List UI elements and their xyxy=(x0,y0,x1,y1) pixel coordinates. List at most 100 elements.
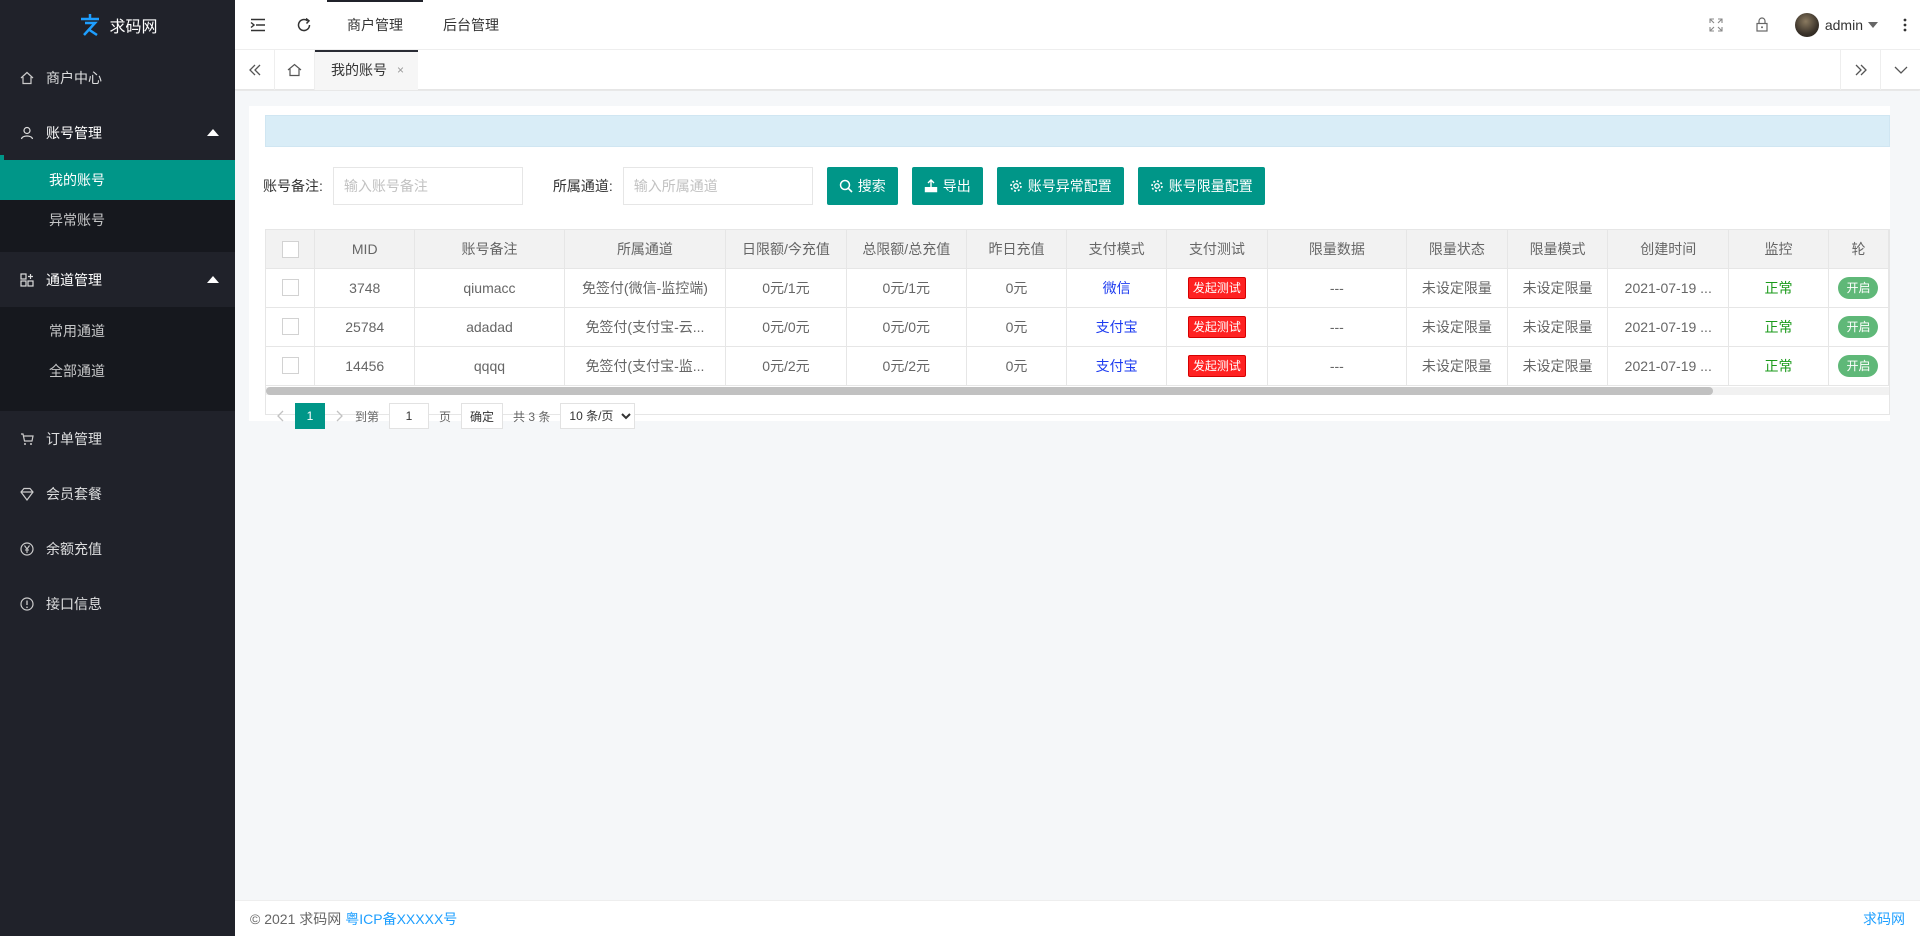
col-limit-data[interactable]: 限量数据 xyxy=(1267,230,1407,269)
start-test-button[interactable]: 发起测试 xyxy=(1187,276,1246,299)
cell-limit-mode: 未设定限量 xyxy=(1507,346,1609,386)
sidebar-item-my-accounts[interactable]: 我的账号 xyxy=(0,160,235,200)
select-all-checkbox[interactable] xyxy=(281,240,299,258)
rotate-toggle[interactable]: 开启 xyxy=(1838,276,1879,299)
row-checkbox[interactable] xyxy=(281,279,299,297)
col-limit-status[interactable]: 限量状态 xyxy=(1406,230,1508,269)
col-mid[interactable]: MID xyxy=(314,230,416,269)
chevron-up-icon xyxy=(207,128,219,136)
cell-yesterday: 0元 xyxy=(966,307,1068,347)
icp-link[interactable]: 粤ICP备XXXXX号 xyxy=(345,909,457,929)
col-pay-test[interactable]: 支付测试 xyxy=(1166,230,1268,269)
row-select-cell xyxy=(266,307,316,347)
header-right: admin xyxy=(1693,0,1920,50)
col-total[interactable]: 总限额/总充值 xyxy=(846,230,967,269)
logo-icon xyxy=(81,14,100,37)
goto-confirm-button[interactable]: 确定 xyxy=(461,403,504,429)
cell-monitor: 正常 xyxy=(1728,268,1829,308)
cell-rotate: 开启 xyxy=(1828,268,1889,308)
close-icon[interactable]: × xyxy=(397,63,404,77)
col-channel[interactable]: 所属通道 xyxy=(564,230,727,269)
search-button-label: 搜索 xyxy=(857,178,886,194)
prev-page-icon[interactable] xyxy=(265,403,295,429)
cell-created: 2021-07-19 ... xyxy=(1607,307,1730,347)
sidebar-item-account-management[interactable]: 账号管理 xyxy=(0,105,235,160)
tab-merchant-management[interactable]: 商户管理 xyxy=(327,0,423,50)
col-daily[interactable]: 日限额/今充值 xyxy=(725,230,847,269)
channel-input[interactable] xyxy=(622,167,813,205)
col-limit-mode[interactable]: 限量模式 xyxy=(1507,230,1609,269)
horizontal-scrollbar[interactable] xyxy=(266,387,1713,395)
remark-input[interactable] xyxy=(332,167,523,205)
filter-bar: 账号备注: 所属通道: 搜索 导出 账号异常配置 账号限量配置 xyxy=(263,166,1279,206)
row-checkbox[interactable] xyxy=(281,318,299,336)
row-select-cell xyxy=(266,346,316,386)
yen-icon xyxy=(20,541,34,556)
page-tab-strip: 我的账号 × xyxy=(235,49,1920,90)
info-icon xyxy=(20,596,34,611)
search-button[interactable]: 搜索 xyxy=(826,167,898,205)
col-remark[interactable]: 账号备注 xyxy=(414,230,565,269)
user-menu[interactable]: admin xyxy=(1785,0,1890,50)
export-icon xyxy=(924,179,938,193)
apps-icon xyxy=(20,272,34,287)
submenu-account: 我的账号 异常账号 xyxy=(0,160,235,252)
cell-limit-data: --- xyxy=(1267,268,1407,308)
sidebar-item-api-info[interactable]: 接口信息 xyxy=(0,576,235,631)
sidebar-item-channel-management[interactable]: 通道管理 xyxy=(0,252,235,307)
start-test-button[interactable]: 发起测试 xyxy=(1187,315,1246,338)
cell-yesterday: 0元 xyxy=(966,268,1068,308)
col-pay-mode[interactable]: 支付模式 xyxy=(1066,230,1168,269)
col-yesterday[interactable]: 昨日充值 xyxy=(966,230,1068,269)
fullscreen-icon[interactable] xyxy=(1693,0,1739,50)
chevron-down-icon[interactable] xyxy=(1880,49,1920,90)
cell-channel: 免签付(支付宝-监... xyxy=(564,346,727,386)
scroll-left-icon[interactable] xyxy=(235,49,275,90)
tab-backend-management[interactable]: 后台管理 xyxy=(423,0,519,50)
cell-mid: 25784 xyxy=(314,307,416,347)
diamond-icon xyxy=(20,487,34,501)
next-page-icon[interactable] xyxy=(325,403,355,429)
refresh-icon[interactable] xyxy=(281,0,327,50)
sidebar-item-abnormal-accounts[interactable]: 异常账号 xyxy=(0,200,235,240)
content-card: 账号备注: 所属通道: 搜索 导出 账号异常配置 账号限量配置 xyxy=(249,106,1890,429)
export-button[interactable]: 导出 xyxy=(911,167,983,205)
page-size-select[interactable]: 10 条/页 xyxy=(560,403,636,429)
col-monitor[interactable]: 监控 xyxy=(1728,230,1829,269)
scroll-right-icon[interactable] xyxy=(1840,49,1880,90)
more-vertical-icon[interactable] xyxy=(1890,0,1920,50)
pagination: 1 到第 页 确定 共 3 条 10 条/页 xyxy=(265,401,636,431)
menu-toggle-icon[interactable] xyxy=(235,0,281,50)
chevron-up-icon xyxy=(207,275,219,283)
row-checkbox[interactable] xyxy=(281,357,299,375)
cell-rotate: 开启 xyxy=(1828,307,1889,347)
total-count: 共 3 条 xyxy=(513,409,551,424)
col-created[interactable]: 创建时间 xyxy=(1607,230,1730,269)
sidebar-item-orders[interactable]: 订单管理 xyxy=(0,411,235,466)
rotate-toggle[interactable]: 开启 xyxy=(1838,354,1879,377)
cell-mid: 3748 xyxy=(314,268,416,308)
sidebar-item-all-channels[interactable]: 全部通道 xyxy=(0,351,235,391)
page-current[interactable]: 1 xyxy=(295,403,325,429)
sidebar-item-label: 订单管理 xyxy=(46,430,102,447)
home-tab-icon[interactable] xyxy=(275,49,315,90)
cell-total: 0元/1元 xyxy=(846,268,967,308)
tab-my-accounts[interactable]: 我的账号 × xyxy=(315,49,419,90)
cell-limit-mode: 未设定限量 xyxy=(1507,307,1609,347)
sidebar-item-membership[interactable]: 会员套餐 xyxy=(0,466,235,521)
export-button-label: 导出 xyxy=(942,178,971,194)
col-rotate[interactable]: 轮 xyxy=(1828,230,1889,269)
footer-brand-link[interactable]: 求码网 xyxy=(1863,909,1905,929)
rotate-toggle[interactable]: 开启 xyxy=(1838,315,1879,338)
sidebar-item-recharge[interactable]: 余额充值 xyxy=(0,521,235,576)
lock-icon[interactable] xyxy=(1739,0,1785,50)
goto-label: 到第 xyxy=(355,409,380,424)
sidebar-item-common-channels[interactable]: 常用通道 xyxy=(0,311,235,351)
sidebar-item-merchant-center[interactable]: 商户中心 xyxy=(0,50,235,105)
start-test-button[interactable]: 发起测试 xyxy=(1187,354,1246,377)
goto-page-input[interactable] xyxy=(389,403,430,429)
home-icon xyxy=(20,71,34,85)
limit-config-button[interactable]: 账号限量配置 xyxy=(1137,167,1265,205)
logo[interactable]: 求码网 xyxy=(0,0,235,50)
abnormal-config-button[interactable]: 账号异常配置 xyxy=(996,167,1124,205)
